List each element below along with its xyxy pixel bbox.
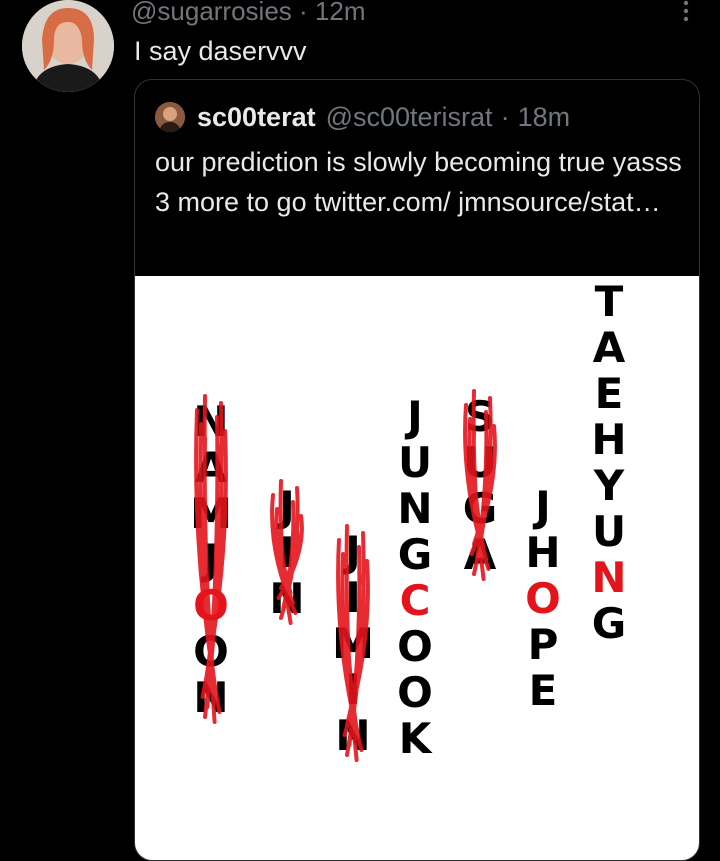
user-avatar[interactable] (22, 0, 114, 92)
name-letter: Y (593, 461, 625, 510)
name-letter: O (525, 574, 561, 623)
name-letter: U (398, 438, 432, 487)
name-letter: N (591, 553, 626, 602)
tweet-text: I say daservvv (134, 36, 307, 66)
quote-name[interactable]: sc00terat (197, 102, 316, 133)
more-options-icon[interactable] (678, 0, 694, 22)
name-letter: E (595, 369, 624, 418)
name-letter: J (404, 392, 423, 441)
name-letter: P (528, 620, 559, 669)
name-letter: U (592, 507, 626, 556)
name-letter: E (529, 666, 558, 715)
tweet-time[interactable]: 12m (315, 0, 366, 26)
name-letter: G (592, 599, 626, 648)
name-letters-graphic: NAMJOONJINJIMINJUNGCOOKSUGAJHOPETAEHYUNG (190, 277, 626, 763)
name-letter: G (398, 530, 432, 579)
name-letter: K (399, 714, 433, 763)
name-letter: T (595, 277, 624, 326)
quote-handle[interactable]: @sc00terisrat (326, 102, 493, 133)
name-letter: O (397, 668, 433, 717)
name-letter: A (593, 323, 626, 372)
quote-text: our prediction is slowly becoming true y… (155, 147, 682, 217)
name-letter: C (400, 576, 431, 625)
quote-tweet-card[interactable]: sc00terat @sc00terisrat · 18m our predic… (134, 79, 700, 861)
name-letter: N (397, 484, 432, 533)
quote-header: sc00terat @sc00terisrat · 18m (155, 100, 570, 134)
quote-time[interactable]: 18m (518, 102, 571, 133)
name-letter: O (397, 622, 433, 671)
quote-separator: · (500, 101, 510, 132)
tweet-header: @sugarrosies · 12m (131, 0, 680, 26)
name-letter: H (591, 415, 626, 464)
tweet-handle[interactable]: @sugarrosies (131, 0, 292, 26)
name-letter: H (525, 528, 560, 577)
tweet-separator: · (299, 0, 308, 26)
quote-image[interactable]: NAMJOONJINJIMINJUNGCOOKSUGAJHOPETAEHYUNG (135, 276, 699, 860)
quote-avatar[interactable] (155, 102, 185, 132)
name-letter: J (532, 482, 551, 531)
